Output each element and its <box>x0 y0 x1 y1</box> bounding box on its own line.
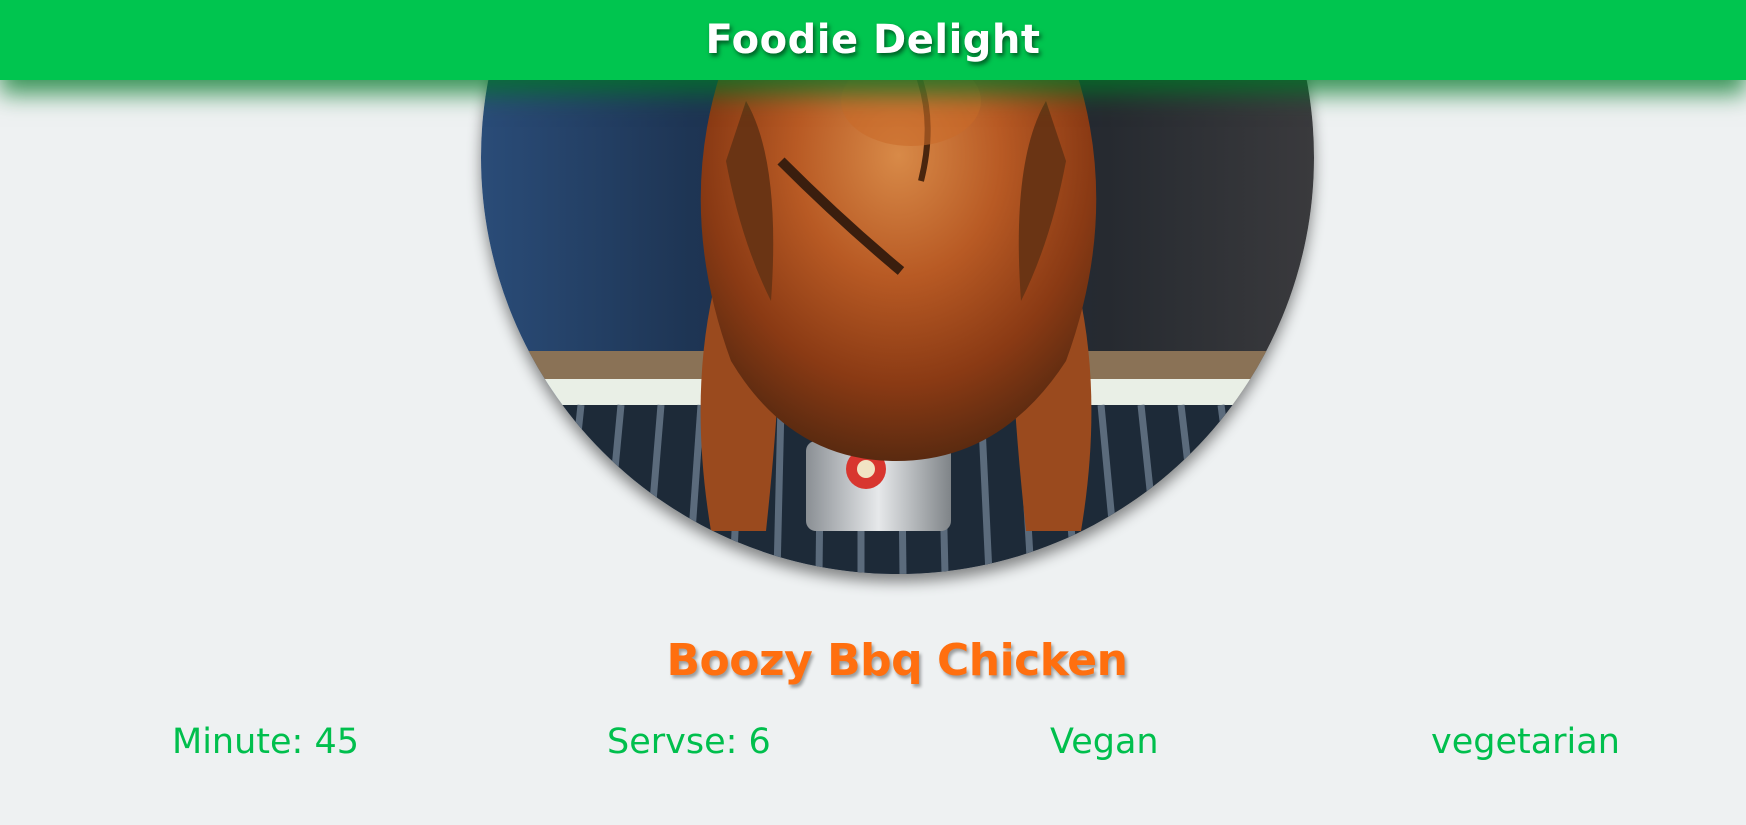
recipe-minutes: Minute: 45 <box>172 722 359 762</box>
site-header: Foodie Delight <box>0 0 1746 80</box>
recipe-vegan-tag: Vegan <box>1050 722 1159 762</box>
site-title: Foodie Delight <box>705 17 1041 63</box>
recipe-image <box>481 0 1314 574</box>
recipe-serves: Servse: 6 <box>607 722 771 762</box>
recipe-meta: Minute: 45 Servse: 6 Vegan vegetarian <box>0 722 1746 766</box>
recipe-vegetarian-tag: vegetarian <box>1431 722 1620 762</box>
recipe-title: Boozy Bbq Chicken <box>666 635 1128 686</box>
roast-chicken-photo <box>481 0 1314 574</box>
